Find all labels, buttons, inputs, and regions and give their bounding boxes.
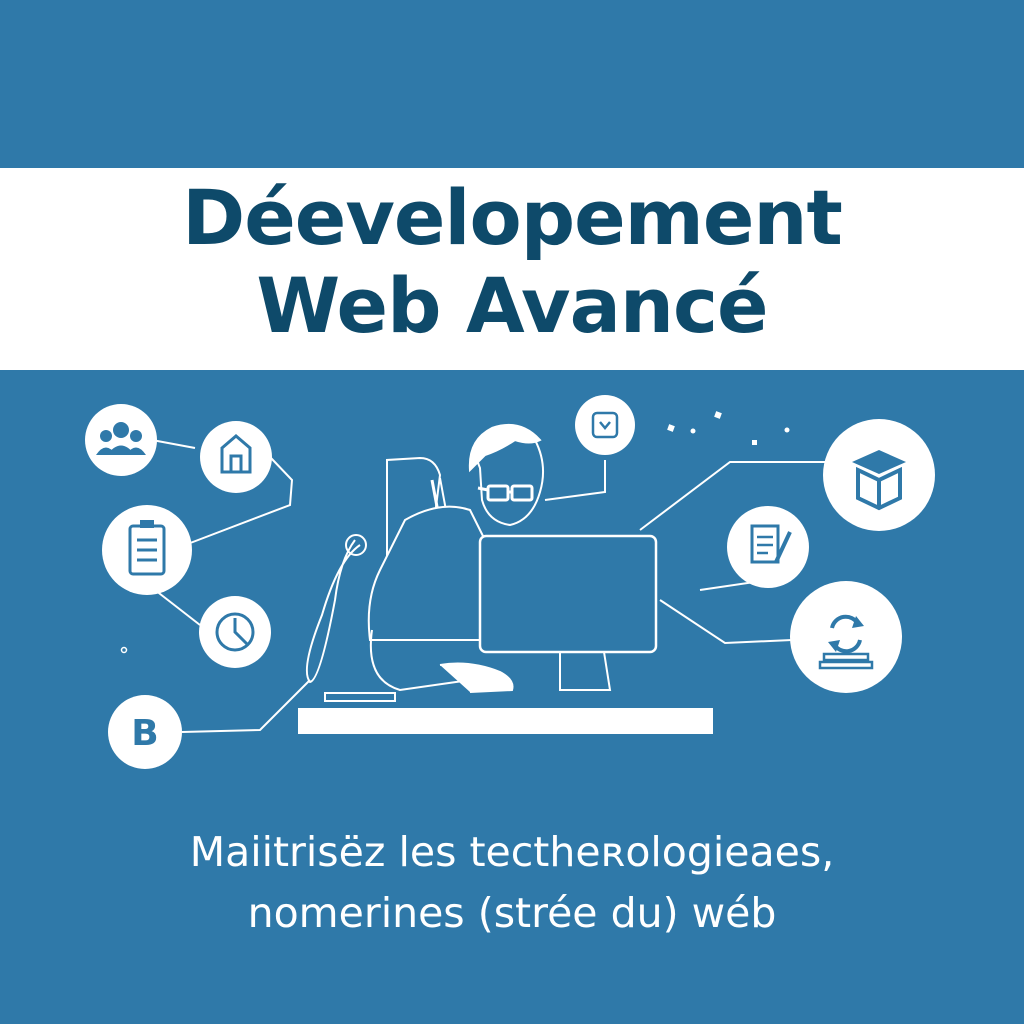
subtitle-line-2: nomerines (strée du) wéb	[247, 889, 777, 937]
sync-icon	[790, 581, 902, 693]
document-edit-icon	[727, 506, 809, 588]
clock-icon	[199, 596, 271, 668]
home-icon	[200, 421, 272, 493]
code-icon	[575, 395, 635, 455]
developer-figure	[298, 424, 713, 734]
box-icon	[823, 419, 935, 531]
page-title-line-2: Web Avancé	[256, 261, 768, 350]
checklist-icon	[102, 505, 192, 595]
page-title-line-1: Déevelopement	[182, 173, 843, 262]
b-letter: B	[131, 713, 158, 754]
b-letter-icon: B	[108, 695, 182, 769]
subtitle-line-1: Maiitrisëz les tectheʀologieaes,	[189, 828, 835, 876]
people-icon	[85, 404, 157, 476]
developer-illustration: B	[85, 395, 935, 769]
